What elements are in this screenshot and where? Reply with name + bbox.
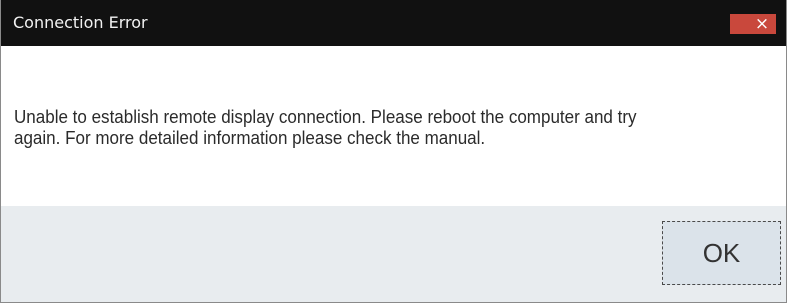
close-button[interactable]: × bbox=[730, 14, 776, 34]
title-bar[interactable]: Connection Error × bbox=[1, 0, 786, 46]
dialog-title: Connection Error bbox=[13, 13, 148, 32]
error-message-line-2: again. For more detailed information ple… bbox=[14, 127, 486, 148]
ok-button[interactable]: OK bbox=[662, 221, 781, 285]
error-message: Unable to establish remote display conne… bbox=[14, 106, 713, 148]
dialog-footer: OK bbox=[1, 206, 786, 302]
error-message-line-1: Unable to establish remote display conne… bbox=[14, 106, 637, 127]
dialog-content: Unable to establish remote display conne… bbox=[1, 46, 786, 206]
connection-error-dialog: Connection Error × Unable to establish r… bbox=[0, 0, 787, 303]
close-icon: × bbox=[754, 14, 770, 34]
